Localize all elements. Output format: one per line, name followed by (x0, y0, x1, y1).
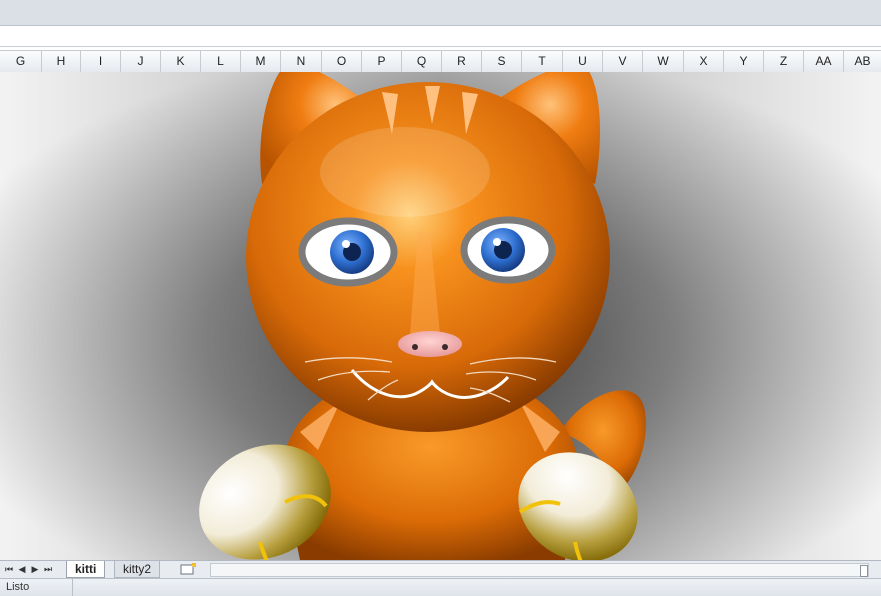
column-header-y[interactable]: Y (724, 51, 764, 72)
column-header-k[interactable]: K (161, 51, 201, 72)
column-header-ab[interactable]: AB (844, 51, 881, 72)
column-header-u[interactable]: U (563, 51, 603, 72)
insert-sheet-icon[interactable] (178, 562, 198, 576)
status-bar: Listo (0, 578, 881, 596)
ribbon-strip (0, 0, 881, 26)
column-header-i[interactable]: I (81, 51, 121, 72)
status-text: Listo (6, 581, 30, 593)
next-sheet-icon[interactable]: ▶ (29, 562, 41, 576)
sheet-tab-bar: ⏮ ◀ ▶ ⏭ kitti kitty2 (0, 560, 881, 578)
column-header-x[interactable]: X (684, 51, 724, 72)
scrollbar-thumb[interactable] (860, 565, 868, 577)
column-header-g[interactable]: G (0, 51, 42, 72)
status-divider (72, 579, 73, 596)
column-header-q[interactable]: Q (402, 51, 442, 72)
column-header-s[interactable]: S (482, 51, 522, 72)
nostril (412, 344, 418, 350)
worksheet-canvas[interactable] (0, 72, 881, 560)
formula-bar[interactable] (0, 26, 881, 47)
column-header-v[interactable]: V (603, 51, 643, 72)
head-highlight (320, 127, 490, 217)
horizontal-scrollbar[interactable] (210, 563, 869, 577)
tab-kitty2[interactable]: kitty2 (114, 561, 161, 578)
cat-nose (398, 331, 462, 357)
tab-kitti[interactable]: kitti (66, 561, 106, 578)
column-header-n[interactable]: N (281, 51, 322, 72)
column-header-j[interactable]: J (121, 51, 161, 72)
nostril (442, 344, 448, 350)
column-header-l[interactable]: L (201, 51, 241, 72)
column-header-w[interactable]: W (643, 51, 684, 72)
first-sheet-icon[interactable]: ⏮ (3, 562, 15, 576)
column-header-t[interactable]: T (522, 51, 563, 72)
right-eye-shine (493, 238, 501, 246)
column-header-h[interactable]: H (42, 51, 81, 72)
last-sheet-icon[interactable]: ⏭ (42, 562, 54, 576)
column-header-p[interactable]: P (362, 51, 402, 72)
column-header-aa[interactable]: AA (804, 51, 844, 72)
column-header-r[interactable]: R (442, 51, 482, 72)
column-header-z[interactable]: Z (764, 51, 804, 72)
left-eye-shine (342, 240, 350, 248)
column-header-o[interactable]: O (322, 51, 362, 72)
column-header-row: G H I J K L M N O P Q R S T U V W X Y Z AA AB (0, 50, 881, 73)
cat-picture[interactable] (0, 72, 881, 560)
column-header-m[interactable]: M (241, 51, 281, 72)
previous-sheet-icon[interactable]: ◀ (16, 562, 28, 576)
